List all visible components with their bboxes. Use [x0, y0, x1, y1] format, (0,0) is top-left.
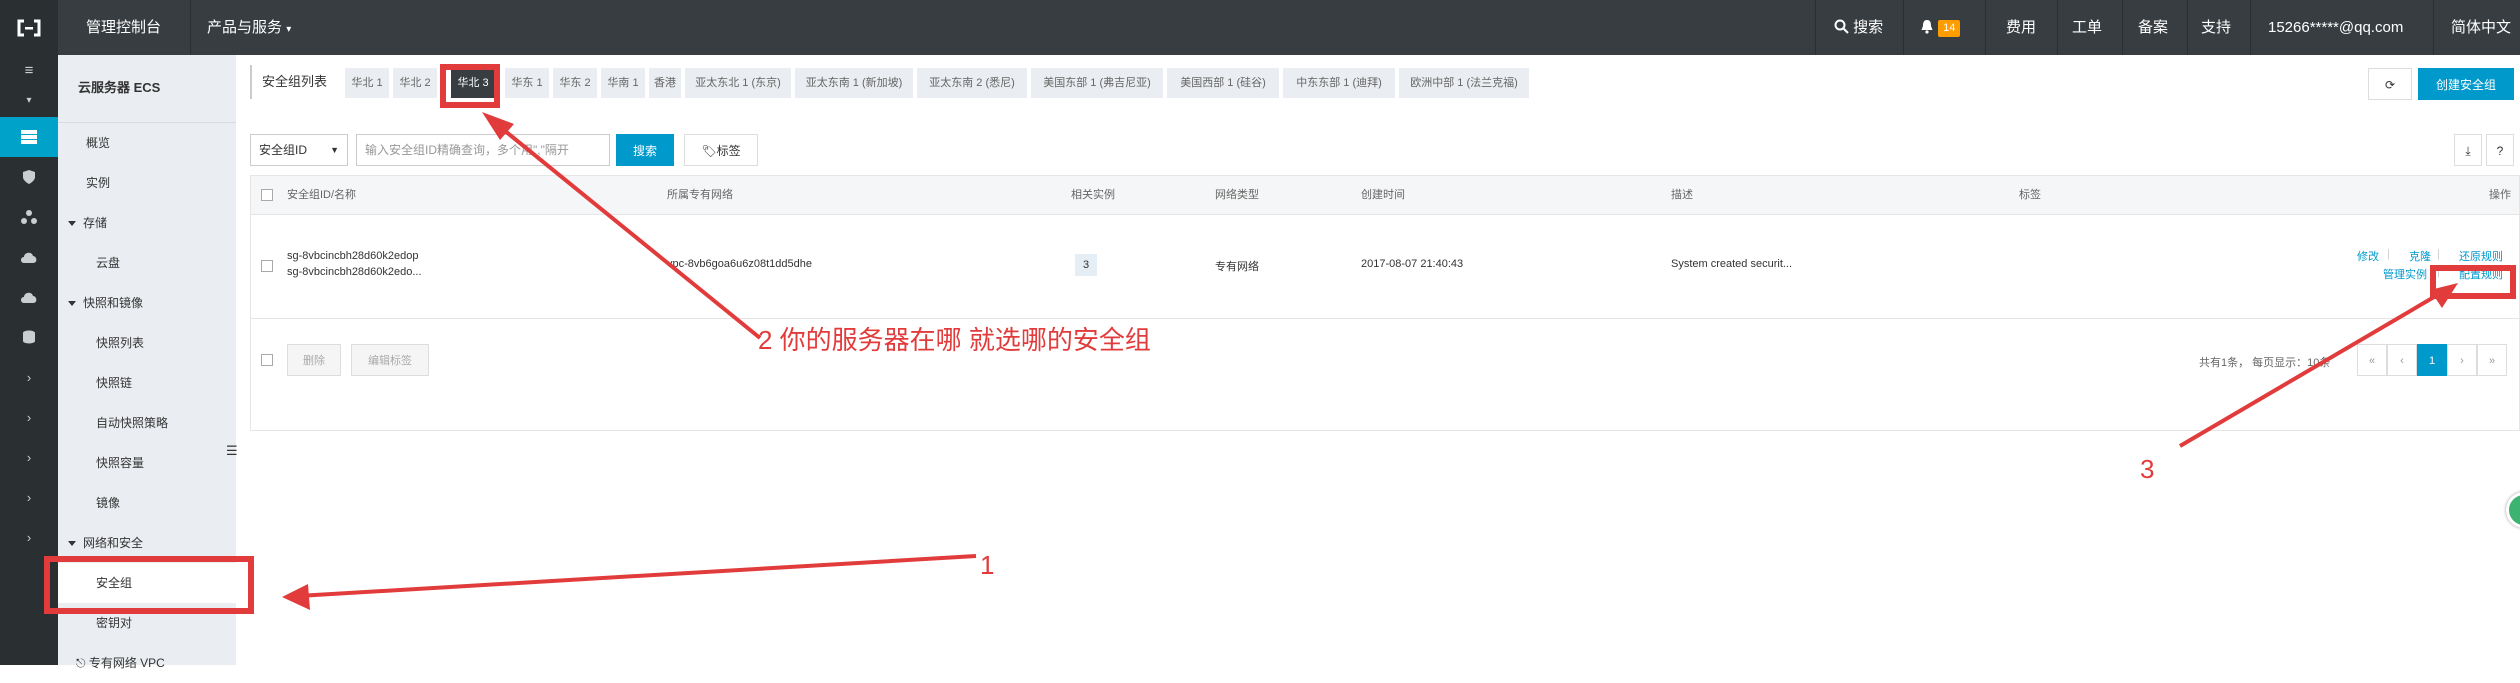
annotation-label-3: 3 [2140, 454, 2155, 484]
annotation-arrows [282, 112, 2458, 610]
annotation-label-1: 1 [980, 550, 995, 580]
annotation-label-2: 2 你的服务器在哪 就选哪的安全组 [758, 325, 1151, 355]
